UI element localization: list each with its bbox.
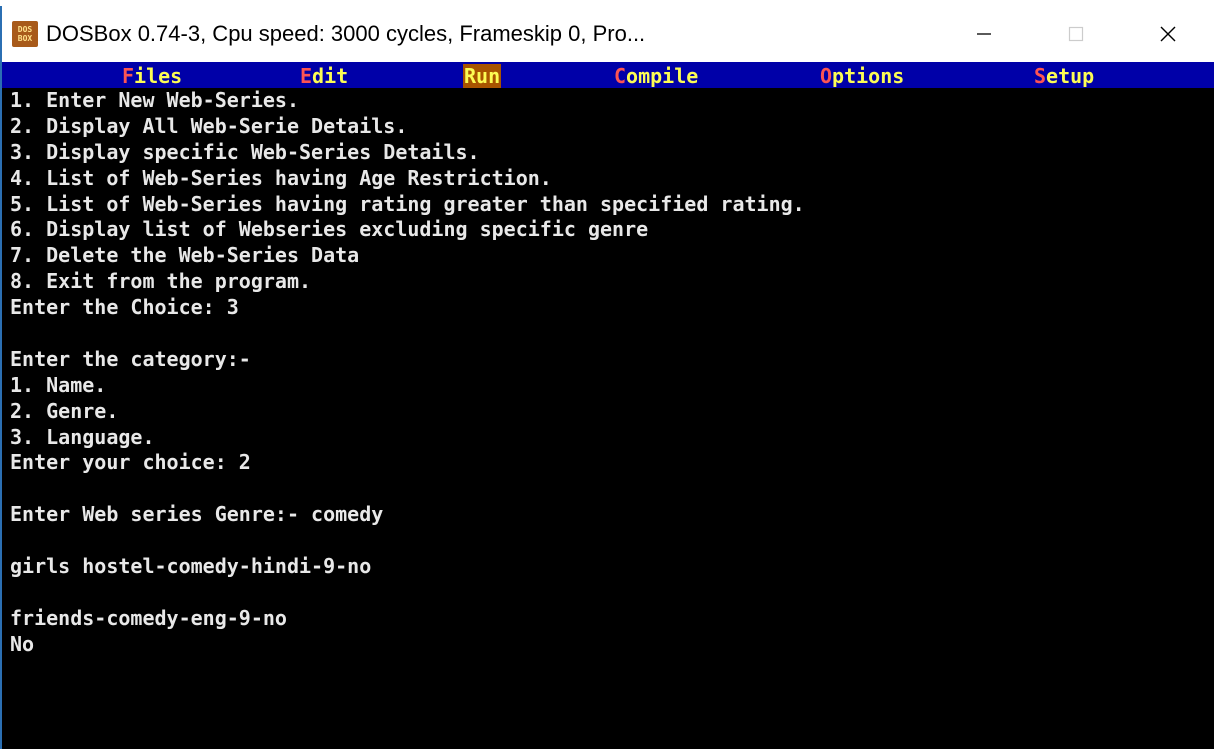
console-line: 6. Display list of Webseries excluding s…	[10, 217, 649, 242]
console-line: 1. Enter New Web-Series.	[10, 88, 299, 112]
console-line: Enter your choice: 2	[10, 450, 251, 475]
maximize-button[interactable]	[1030, 6, 1122, 62]
console-line: Enter the Choice: 3	[10, 295, 239, 320]
menu-files[interactable]: Files	[122, 64, 182, 88]
menu-setup-label: etup	[1046, 64, 1095, 88]
console-line: 8. Exit from the program.	[10, 269, 312, 294]
console-line: 2. Genre.	[10, 398, 119, 423]
console-line: 3. Display specific Web-Series Details.	[10, 139, 480, 164]
menu-edit-hotkey: E	[300, 64, 313, 88]
minimize-icon	[977, 33, 991, 35]
menu-options-hotkey: O	[820, 64, 833, 88]
console-line: 1. Name.	[10, 372, 107, 397]
menu-compile[interactable]: Compile	[614, 64, 698, 88]
menu-setup-hotkey: S	[1034, 64, 1047, 88]
console-line: Enter Web series Genre:- comedy	[10, 502, 384, 527]
console-line: No	[10, 631, 35, 656]
minimize-button[interactable]	[938, 6, 1030, 62]
console-line: friends-comedy-eng-9-no	[10, 605, 287, 630]
menu-run[interactable]: Run	[463, 64, 502, 88]
menu-edit[interactable]: Edit	[300, 64, 348, 88]
close-icon	[1160, 26, 1176, 42]
dosbox-icon[interactable]: DOS BOX	[12, 21, 38, 47]
console-line: 4. List of Web-Series having Age Restric…	[10, 165, 552, 190]
icon-text-top: DOS	[17, 25, 33, 34]
console-line: 7. Delete the Web-Series Data	[10, 243, 360, 268]
menu-bar: Files Edit Run Compile Options Setup	[2, 62, 1214, 88]
menu-edit-label: dit	[312, 64, 349, 88]
title-bar[interactable]: DOS BOX DOSBox 0.74-3, Cpu speed: 3000 c…	[2, 6, 1214, 62]
menu-run-label: Run	[464, 64, 501, 88]
screenshot: DOS BOX DOSBox 0.74-3, Cpu speed: 3000 c…	[0, 0, 1214, 749]
console-line: 5. List of Web-Series having rating grea…	[10, 191, 805, 216]
menu-compile-label: ompile	[626, 64, 699, 88]
console-output[interactable]: 1. Enter New Web-Series. 2. Display All …	[10, 88, 1214, 658]
menu-compile-hotkey: C	[614, 64, 627, 88]
maximize-icon	[1068, 26, 1084, 42]
icon-text-bottom: BOX	[17, 34, 33, 43]
window-controls	[938, 6, 1214, 62]
window-title: DOSBox 0.74-3, Cpu speed: 3000 cycles, F…	[46, 21, 646, 46]
menu-files-hotkey: F	[122, 64, 135, 88]
menu-files-label: iles	[134, 64, 183, 88]
console-line: Enter the category:-	[10, 346, 251, 371]
console-line: girls hostel-comedy-hindi-9-no	[10, 554, 372, 579]
menu-options-label: ptions	[832, 64, 905, 88]
console-line: 3. Language.	[10, 424, 155, 449]
menu-options[interactable]: Options	[820, 64, 904, 88]
menu-setup[interactable]: Setup	[1034, 64, 1094, 88]
dosbox-window: DOS BOX DOSBox 0.74-3, Cpu speed: 3000 c…	[0, 6, 1214, 749]
close-button[interactable]	[1122, 6, 1214, 62]
console-line: 2. Display All Web-Serie Details.	[10, 113, 408, 138]
